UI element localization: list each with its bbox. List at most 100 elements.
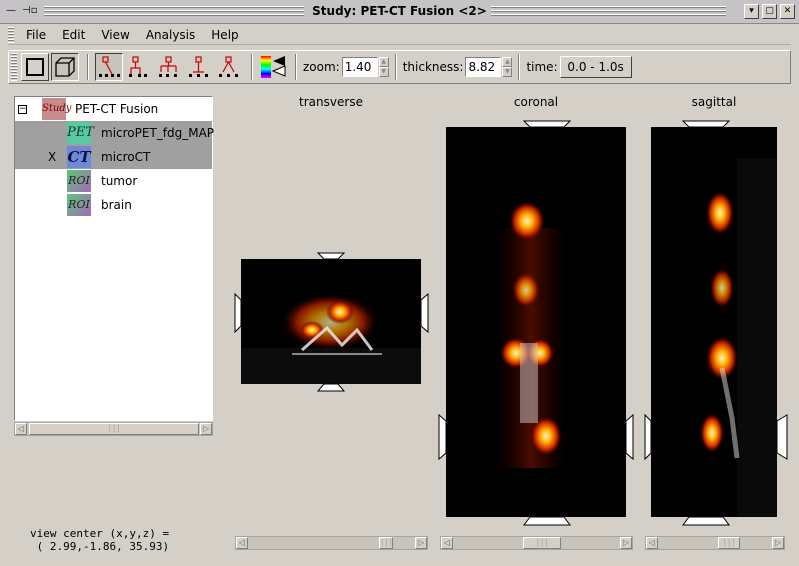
spin-down-icon[interactable]: ▼ — [502, 67, 513, 77]
color-blend-icon — [261, 56, 286, 78]
thickness-spinner[interactable]: ▲ ▼ — [502, 57, 513, 77]
menu-edit[interactable]: Edit — [54, 28, 93, 42]
roi-icon: ROI — [67, 170, 91, 192]
top-marker-icon[interactable] — [681, 120, 731, 128]
maximize-button[interactable]: ▢ — [762, 4, 777, 19]
tree-row-roi-brain[interactable]: ROI brain — [15, 193, 212, 217]
toolbar-separator — [295, 54, 297, 80]
left-marker-icon[interactable] — [234, 292, 242, 334]
menu-help[interactable]: Help — [203, 28, 246, 42]
collapse-icon[interactable]: − — [18, 104, 27, 114]
toolbar-separator — [87, 54, 89, 80]
spin-up-icon[interactable]: ▲ — [378, 57, 389, 67]
menu-view[interactable]: View — [93, 28, 137, 42]
tree-row-pet[interactable]: PET microPET_fdg_MAP — [15, 121, 214, 145]
select-parent-button[interactable] — [185, 53, 213, 81]
right-marker-icon[interactable] — [420, 292, 429, 334]
thickness-input[interactable]: 8.82 — [465, 57, 502, 77]
tree-all-icon — [159, 56, 177, 77]
pet-hotspot — [512, 272, 540, 308]
spin-down-icon[interactable]: ▼ — [378, 67, 389, 77]
left-marker-icon[interactable] — [438, 413, 447, 461]
tree-row-study[interactable]: − Study PET-CT Fusion — [15, 97, 212, 121]
zoom-label: zoom: — [303, 60, 340, 74]
scroll-thumb[interactable]: ┆┆┆ — [379, 537, 393, 549]
top-marker-icon[interactable] — [522, 120, 572, 128]
tree-hscroll[interactable]: ◁ ┆┆┆ ▷ — [14, 422, 213, 436]
pet-brain-hotspot — [706, 191, 734, 235]
select-all-button[interactable] — [155, 53, 183, 81]
toolbar-separator — [394, 54, 397, 80]
pet-hotspot — [700, 413, 724, 453]
window-title: Study: PET-CT Fusion <2> — [0, 4, 799, 18]
scroll-right-icon[interactable]: ▷ — [620, 537, 632, 549]
scroll-left-icon[interactable]: ◁ — [646, 537, 658, 549]
right-marker-icon[interactable] — [776, 414, 788, 460]
scroll-thumb[interactable]: ┆┆┆ — [29, 423, 199, 435]
tree-item-label: brain — [101, 198, 132, 212]
bottom-marker-icon[interactable] — [682, 516, 730, 526]
tree-single-icon — [99, 56, 120, 77]
zoom-spinner[interactable]: ▲ ▼ — [378, 57, 389, 77]
pet-hotspot — [300, 321, 324, 339]
bottom-marker-icon[interactable] — [523, 516, 571, 526]
coronal-hscroll[interactable]: ◁ ┆┆┆ ▷ — [440, 536, 633, 550]
transverse-label: transverse — [299, 95, 363, 109]
view-center-readout: view center (x,y,z) = ( 2.99,-1.86, 35.9… — [30, 527, 169, 553]
toolbar-grip[interactable] — [11, 53, 17, 81]
scroll-left-icon[interactable]: ◁ — [15, 423, 27, 435]
tree-row-ct[interactable]: X CT microCT — [15, 145, 212, 169]
ct-half — [737, 158, 777, 517]
scroll-thumb[interactable]: ┆┆┆ — [523, 537, 561, 549]
left-marker-icon[interactable] — [644, 413, 652, 461]
view-2d-button[interactable] — [21, 53, 49, 81]
scroll-left-icon[interactable]: ◁ — [236, 537, 248, 549]
view-center-value: ( 2.99,-1.86, 35.93) — [36, 540, 170, 553]
menu-analysis[interactable]: Analysis — [138, 28, 203, 42]
visible-mark: X — [48, 150, 57, 164]
transverse-view[interactable] — [232, 250, 432, 400]
select-children-button[interactable] — [125, 53, 153, 81]
tree-siblings-icon — [219, 56, 238, 77]
menu-file[interactable]: File — [18, 28, 54, 42]
pet-hotspot — [326, 300, 354, 324]
time-label: time: — [526, 60, 558, 74]
zoom-input[interactable]: 1.40 — [341, 57, 378, 77]
tree-item-label: microCT — [101, 150, 151, 164]
scroll-right-icon[interactable]: ▷ — [772, 537, 784, 549]
right-marker-icon[interactable] — [625, 413, 634, 461]
sagittal-hscroll[interactable]: ◁ ┆┆┆ ▷ — [645, 536, 785, 550]
menubar-grip[interactable] — [8, 26, 14, 43]
pet-signal — [282, 294, 378, 350]
square-icon — [26, 58, 44, 76]
select-single-button[interactable] — [95, 53, 123, 81]
toolbar-separator — [518, 54, 521, 80]
coronal-view[interactable] — [436, 118, 636, 528]
transverse-hscroll[interactable]: ◁ ┆┆┆ ▷ — [235, 536, 428, 550]
bottom-marker-icon[interactable] — [316, 383, 346, 392]
title-bar: — ⊣▫ Study: PET-CT Fusion <2> ▾ ▢ ✕ — [0, 0, 799, 24]
study-icon: Study — [42, 98, 71, 120]
tree-row-roi-tumor[interactable]: ROI tumor — [15, 169, 212, 193]
roi-icon: ROI — [67, 194, 91, 216]
spin-up-icon[interactable]: ▲ — [502, 57, 513, 67]
time-range-button[interactable]: 0.0 - 1.0s — [559, 56, 632, 78]
scroll-left-icon[interactable]: ◁ — [441, 537, 453, 549]
thickness-label: thickness: — [402, 60, 464, 74]
view-center-label: view center (x,y,z) = — [30, 527, 170, 540]
minimize-button[interactable]: ▾ — [744, 4, 759, 19]
scroll-thumb[interactable]: ┆┆┆ — [718, 537, 740, 549]
sagittal-view[interactable] — [642, 118, 790, 528]
tree-children-icon — [129, 56, 147, 77]
fusion-blend-button[interactable] — [259, 53, 287, 81]
pet-brain-hotspot — [509, 201, 545, 241]
tree-item-label: tumor — [101, 174, 138, 188]
study-tree[interactable]: − Study PET-CT Fusion PET microPET_fdg_M… — [14, 96, 214, 421]
sagittal-label: sagittal — [691, 95, 737, 109]
select-siblings-button[interactable] — [215, 53, 243, 81]
view-3d-button[interactable] — [51, 53, 79, 81]
scroll-right-icon[interactable]: ▷ — [415, 537, 427, 549]
close-button[interactable]: ✕ — [780, 4, 795, 19]
top-marker-icon[interactable] — [316, 252, 346, 260]
scroll-right-icon[interactable]: ▷ — [200, 423, 212, 435]
